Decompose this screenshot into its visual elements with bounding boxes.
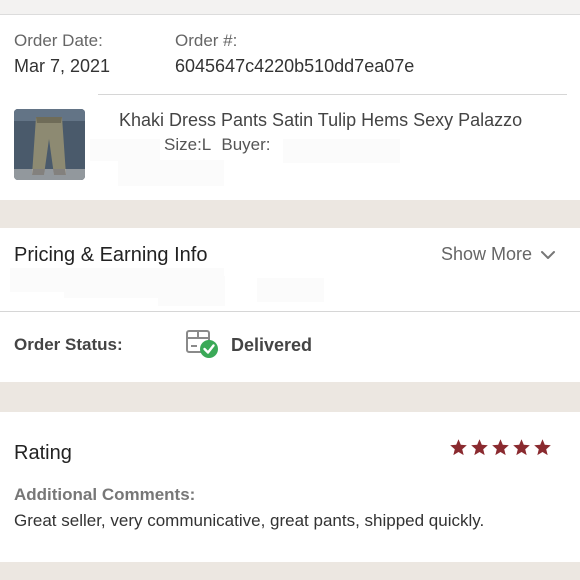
star-icon — [513, 439, 530, 456]
section-spacer — [0, 382, 580, 412]
order-date-label: Order Date: — [14, 31, 103, 50]
item-title[interactable]: Khaki Dress Pants Satin Tulip Hems Sexy … — [119, 110, 522, 131]
additional-comments-label: Additional Comments: — [14, 485, 196, 504]
pricing-title: Pricing & Earning Info — [14, 244, 208, 266]
buyer-label: Buyer: — [221, 135, 271, 154]
order-status-value: Delivered — [231, 335, 313, 355]
star-icon — [492, 439, 509, 456]
redacted-block — [158, 276, 225, 306]
chevron-down-icon — [541, 250, 555, 259]
top-header-shadow — [0, 0, 580, 15]
order-divider — [98, 94, 567, 95]
section-spacer — [0, 200, 580, 228]
order-number-value: 6045647c4220b510dd7ea07e — [175, 56, 415, 76]
item-meta: Size:L Buyer: — [164, 135, 271, 155]
bottom-spacer — [0, 562, 580, 580]
additional-comments-text: Great seller, very communicative, great … — [14, 511, 485, 530]
star-icon — [471, 439, 488, 456]
rating-stars — [449, 438, 552, 457]
redacted-block — [64, 280, 158, 298]
order-number-label: Order #: — [175, 31, 238, 50]
star-icon — [450, 439, 467, 456]
redacted-block — [90, 139, 160, 161]
redacted-buyer-name — [283, 139, 400, 163]
redacted-block — [118, 160, 224, 186]
show-more-label: Show More — [440, 244, 532, 264]
rating-title: Rating — [14, 442, 72, 464]
redacted-block — [257, 278, 324, 302]
package-delivered-icon — [185, 328, 219, 360]
star-icon — [534, 439, 551, 456]
order-date-value: Mar 7, 2021 — [14, 56, 111, 76]
order-status-label: Order Status: — [14, 335, 123, 354]
show-more-button[interactable]: Show More — [441, 244, 556, 265]
item-thumbnail[interactable] — [14, 109, 85, 180]
item-size: Size:L — [164, 135, 211, 154]
